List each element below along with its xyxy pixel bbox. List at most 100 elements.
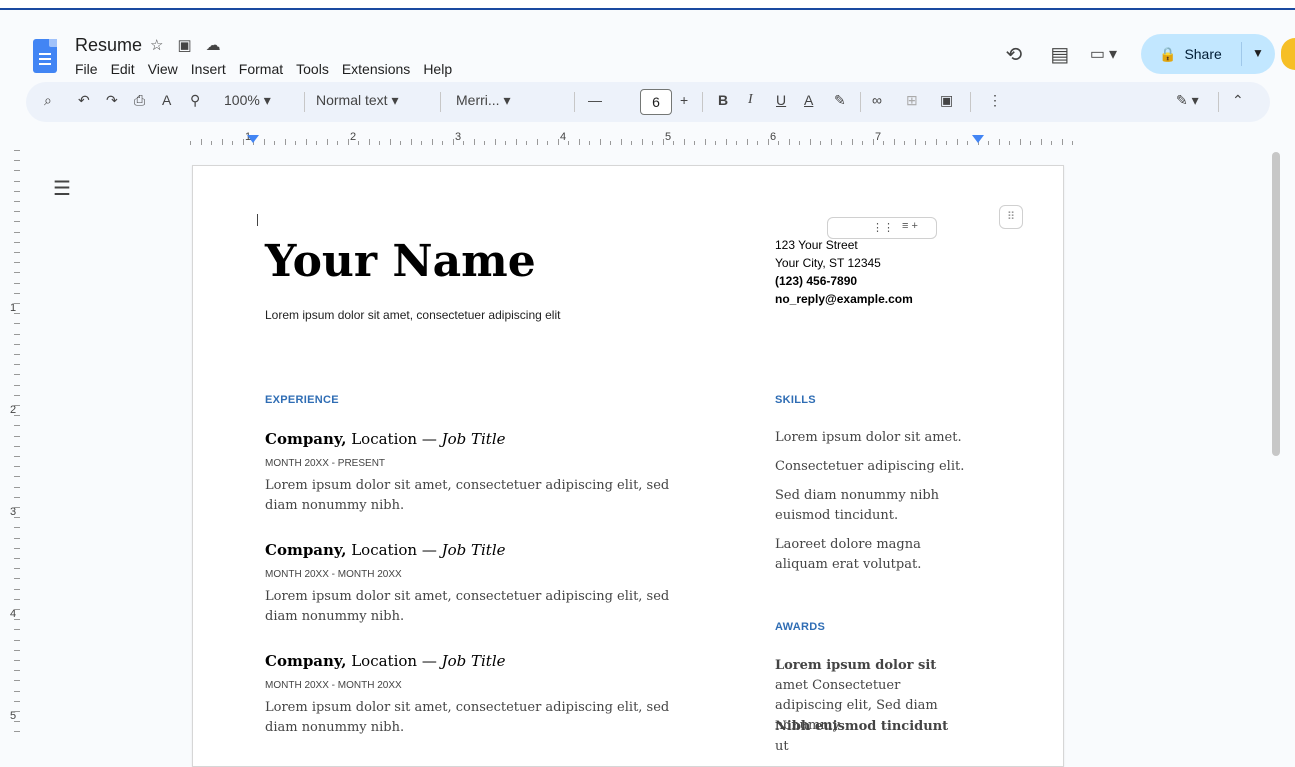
header-actions: ⟲ ▤ ▭ ▾ 🔒 Share ▼	[998, 34, 1295, 74]
font-select[interactable]: Merri... ▾	[456, 92, 510, 109]
horizontal-ruler[interactable]: 1 2 3 4 5 6 7	[190, 131, 1073, 147]
ruler-label: 6	[770, 131, 777, 143]
share-dropdown-icon[interactable]: ▼	[1252, 46, 1264, 60]
left-indent-marker[interactable]	[247, 135, 259, 143]
spellcheck-icon[interactable]: A	[162, 92, 171, 108]
vruler-tick	[14, 415, 20, 417]
ruler-tick	[998, 139, 1000, 145]
document-outline-icon[interactable]: ☰	[53, 176, 71, 201]
job-description: Lorem ipsum dolor sit amet, consectetuer…	[265, 589, 670, 624]
ruler-tick	[536, 139, 538, 145]
ruler-tick	[1009, 141, 1010, 145]
job-heading: Company, Location — Job Title	[265, 541, 506, 559]
undo-icon[interactable]: ↶	[78, 92, 90, 109]
zoom-select[interactable]: 100% ▾	[224, 92, 271, 109]
toolbar-divider	[860, 92, 861, 112]
star-icon[interactable]: ☆	[150, 36, 163, 54]
increase-font-size-icon[interactable]: +	[680, 92, 688, 108]
italic-button[interactable]: I	[748, 92, 753, 108]
menu-format[interactable]: Format	[239, 61, 283, 77]
ruler-tick	[515, 139, 517, 145]
vruler-tick	[14, 343, 20, 345]
link-icon[interactable]: ∞	[872, 92, 882, 108]
bold-button[interactable]: B	[718, 92, 728, 108]
ruler-tick	[704, 139, 706, 145]
move-folder-icon[interactable]: ▣	[177, 36, 191, 54]
table-drag-handle[interactable]: ⠿	[999, 205, 1023, 229]
share-button[interactable]: 🔒 Share ▼	[1141, 34, 1275, 74]
version-history-icon[interactable]: ⟲	[998, 38, 1030, 70]
vruler-tick	[14, 547, 20, 549]
vruler-tick	[14, 211, 20, 213]
ruler-tick	[211, 141, 212, 145]
ruler-tick	[967, 141, 968, 145]
ruler-tick	[410, 139, 412, 145]
avatar[interactable]	[1281, 38, 1295, 70]
menu-file[interactable]: File	[75, 61, 98, 77]
editing-mode-button[interactable]: ✎ ▾	[1176, 92, 1199, 109]
vertical-scrollbar[interactable]	[1272, 152, 1280, 456]
document-title[interactable]: Resume	[75, 35, 142, 56]
vruler-tick	[14, 303, 20, 304]
menu-help[interactable]: Help	[423, 61, 452, 77]
ruler-tick	[946, 141, 947, 145]
award-entry: Nibh euismod tincidunt ut	[775, 719, 949, 754]
vruler-tick	[14, 313, 20, 315]
menu-view[interactable]: View	[148, 61, 178, 77]
vruler-tick	[14, 252, 20, 253]
resume-tagline: Lorem ipsum dolor sit amet, consectetuer…	[265, 308, 561, 322]
highlight-icon[interactable]: ✎	[834, 92, 846, 109]
ruler-tick	[988, 141, 989, 145]
ruler-tick	[904, 141, 905, 145]
add-comment-icon[interactable]: ⊞	[906, 92, 918, 109]
job-description: Lorem ipsum dolor sit amet, consectetuer…	[265, 478, 670, 513]
vruler-tick	[14, 150, 20, 151]
google-docs-icon[interactable]	[33, 39, 57, 73]
text-color-button[interactable]: A	[804, 92, 813, 108]
vruler-tick	[14, 700, 20, 702]
docs-header: Resume ☆ ▣ ☁ File Edit View Insert Forma…	[0, 10, 1295, 80]
ruler-tick	[914, 139, 916, 145]
decrease-font-size-icon[interactable]: —	[588, 92, 602, 108]
redo-icon[interactable]: ↷	[106, 92, 118, 109]
vruler-tick	[14, 609, 20, 610]
vruler-tick	[14, 711, 20, 712]
search-icon[interactable]: ⌕	[44, 92, 52, 109]
skill-item: Consectetuer adipiscing elit.	[775, 459, 965, 474]
vruler-tick	[14, 476, 20, 478]
style-select[interactable]: Normal text ▾	[316, 92, 399, 109]
ruler-tick	[736, 141, 737, 145]
insert-image-icon[interactable]: ▣	[940, 92, 953, 109]
menu-insert[interactable]: Insert	[191, 61, 226, 77]
ruler-tick	[925, 141, 926, 145]
menu-extensions[interactable]: Extensions	[342, 61, 410, 77]
menu-edit[interactable]: Edit	[111, 61, 135, 77]
paint-format-icon[interactable]: ⚲	[190, 92, 200, 109]
ruler-tick	[767, 139, 769, 145]
vruler-tick	[14, 445, 20, 447]
ruler-tick	[746, 139, 748, 145]
cloud-status-icon[interactable]: ☁	[206, 36, 221, 54]
underline-button[interactable]: U	[776, 92, 786, 108]
ruler-tick	[1040, 139, 1042, 145]
ruler-tick	[872, 139, 874, 145]
job-dates: MONTH 20XX - MONTH 20XX	[265, 680, 402, 691]
more-options-icon[interactable]: ⋮	[988, 92, 1002, 109]
print-icon[interactable]: ⎙	[134, 92, 145, 109]
chevron-up-icon[interactable]: ⌃	[1232, 92, 1244, 109]
title-icons: ☆ ▣ ☁	[150, 36, 221, 54]
vruler-tick	[14, 598, 20, 600]
font-size-input[interactable]: 6	[640, 89, 672, 115]
meet-button[interactable]: ▭ ▾	[1090, 44, 1117, 64]
right-indent-marker[interactable]	[972, 135, 984, 143]
job-dates: MONTH 20XX - PRESENT	[265, 458, 386, 469]
skill-item: Sed diam nonummy nibh euismod tincidunt.	[775, 488, 940, 523]
comments-icon[interactable]: ▤	[1044, 38, 1076, 70]
ruler-tick	[442, 141, 443, 145]
menu-tools[interactable]: Tools	[296, 61, 329, 77]
contact-street: 123 Your Street	[775, 238, 858, 252]
ruler-tick	[221, 139, 223, 145]
ruler-tick	[725, 139, 727, 145]
table-options-icon: ≡ +	[902, 220, 918, 232]
vruler-tick	[14, 201, 20, 202]
